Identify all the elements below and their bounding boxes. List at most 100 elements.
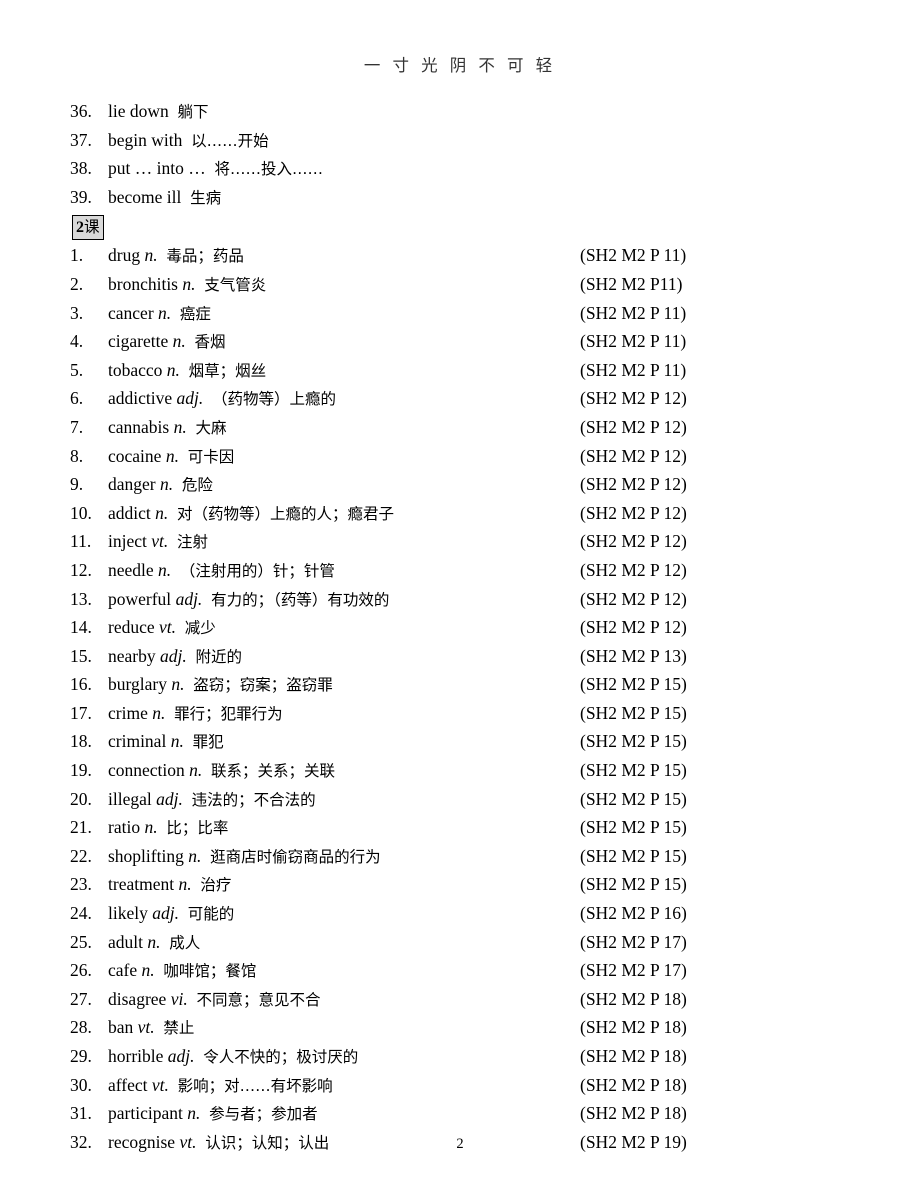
item-entry: cocaine n. 可卡因 bbox=[108, 443, 234, 472]
item-part-of-speech: n. bbox=[158, 559, 172, 580]
item-part-of-speech: n. bbox=[188, 845, 202, 866]
item-entry: become ill 生病 bbox=[108, 184, 221, 213]
item-word: inject bbox=[108, 531, 147, 552]
vocabulary-row: 2. bronchitis n. 支气管炎 (SH2 M2 P11) bbox=[70, 271, 850, 300]
vocabulary-row: 23. treatment n. 治疗 (SH2 M2 P 15) bbox=[70, 871, 850, 900]
item-translation: 可能的 bbox=[187, 905, 235, 924]
page-header: 一 寸 光 阴 不 可 轻 bbox=[363, 56, 557, 75]
item-translation: 逛商店时偷窃商品的行为 bbox=[210, 847, 381, 866]
item-translation: 躺下 bbox=[177, 103, 209, 121]
item-translation: 大麻 bbox=[195, 418, 227, 437]
item-translation: 减少 bbox=[184, 619, 216, 638]
item-word: put … into … bbox=[108, 158, 206, 179]
item-word: begin with bbox=[108, 129, 183, 150]
item-reference: (SH2 M2 P 12) bbox=[580, 474, 687, 495]
page-number: 2 bbox=[456, 1136, 464, 1152]
item-entry: cancer n. 癌症 bbox=[108, 300, 211, 329]
item-part-of-speech: vt. bbox=[137, 1017, 155, 1038]
vocabulary-row: 30. affect vt. 影响；对……有坏影响 (SH2 M2 P 18) bbox=[70, 1072, 850, 1101]
item-entry: cannabis n. 大麻 bbox=[108, 414, 227, 443]
item-number: 38. bbox=[70, 158, 92, 179]
vocabulary-row: 3. cancer n. 癌症 (SH2 M2 P 11) bbox=[70, 300, 850, 329]
item-translation: 参与者；参加者 bbox=[209, 1105, 318, 1124]
item-number: 7. bbox=[70, 416, 84, 437]
item-translation: 盗窃；窃案；盗窃罪 bbox=[193, 676, 333, 695]
item-entry: put … into … 将……投入…… bbox=[108, 155, 323, 184]
item-reference: (SH2 M2 P 15) bbox=[580, 702, 687, 723]
item-part-of-speech: n. bbox=[144, 245, 158, 266]
item-part-of-speech: adj. bbox=[175, 588, 203, 609]
item-reference: (SH2 M2 P 18) bbox=[580, 988, 687, 1009]
vocabulary-row: 25. adult n. 成人 (SH2 M2 P 17) bbox=[70, 929, 850, 958]
item-word: bronchitis bbox=[108, 273, 178, 294]
item-number: 20. bbox=[70, 788, 92, 809]
item-word: cocaine bbox=[108, 445, 162, 466]
vocabulary-row: 5. tobacco n. 烟草；烟丝 (SH2 M2 P 11) bbox=[70, 357, 850, 386]
item-number: 18. bbox=[70, 731, 92, 752]
item-translation: 治疗 bbox=[200, 876, 232, 895]
lesson-number: 2 bbox=[76, 219, 84, 237]
item-word: illegal bbox=[108, 788, 152, 809]
item-entry: cafe n. 咖啡馆；餐馆 bbox=[108, 957, 256, 986]
item-word: ratio bbox=[108, 817, 141, 838]
item-entry: addictive adj. （药物等）上瘾的 bbox=[108, 385, 336, 414]
item-entry: reduce vt. 减少 bbox=[108, 614, 216, 643]
item-number: 14. bbox=[70, 617, 92, 638]
item-word: disagree bbox=[108, 988, 167, 1009]
item-entry: horrible adj. 令人不快的；极讨厌的 bbox=[108, 1043, 358, 1072]
lesson-vocabulary-list: 1. drug n. 毒品；药品 (SH2 M2 P 11) 2. bronchitis… bbox=[70, 242, 850, 1157]
item-entry: lie down 躺下 bbox=[108, 98, 209, 127]
item-translation: 违法的；不合法的 bbox=[191, 790, 316, 809]
item-reference: (SH2 M2 P 15) bbox=[580, 874, 687, 895]
item-number: 1. bbox=[70, 245, 84, 266]
item-entry: criminal n. 罪犯 bbox=[108, 728, 224, 757]
item-part-of-speech: n. bbox=[141, 960, 155, 981]
vocabulary-row: 20. illegal adj. 违法的；不合法的 (SH2 M2 P 15) bbox=[70, 786, 850, 815]
item-word: addictive bbox=[108, 388, 173, 409]
vocabulary-row: 24. likely adj. 可能的 (SH2 M2 P 16) bbox=[70, 900, 850, 929]
item-reference: (SH2 M2 P 11) bbox=[580, 245, 687, 266]
item-part-of-speech: n. bbox=[158, 302, 172, 323]
item-part-of-speech: adj. bbox=[156, 788, 183, 809]
vocabulary-row: 14. reduce vt. 减少 (SH2 M2 P 12) bbox=[70, 614, 850, 643]
item-reference: (SH2 M2 P 12) bbox=[580, 445, 687, 466]
vocabulary-row: 37. begin with 以……开始 bbox=[70, 127, 850, 156]
item-reference: (SH2 M2 P 18) bbox=[580, 1017, 687, 1038]
item-translation: 罪犯 bbox=[192, 733, 224, 752]
item-number: 23. bbox=[70, 874, 92, 895]
vocabulary-row: 1. drug n. 毒品；药品 (SH2 M2 P 11) bbox=[70, 242, 850, 271]
item-entry: participant n. 参与者；参加者 bbox=[108, 1100, 318, 1129]
vocabulary-row: 17. crime n. 罪行；犯罪行为 (SH2 M2 P 15) bbox=[70, 700, 850, 729]
item-part-of-speech: vt. bbox=[151, 531, 169, 552]
vocabulary-row: 39. become ill 生病 bbox=[70, 184, 850, 213]
item-reference: (SH2 M2 P 11) bbox=[580, 302, 687, 323]
item-word: adult bbox=[108, 931, 143, 952]
item-number: 28. bbox=[70, 1017, 92, 1038]
item-entry: nearby adj. 附近的 bbox=[108, 643, 242, 672]
vocabulary-row: 8. cocaine n. 可卡因 (SH2 M2 P 12) bbox=[70, 443, 850, 472]
item-translation: 禁止 bbox=[163, 1019, 195, 1038]
item-translation: 咖啡馆；餐馆 bbox=[163, 962, 257, 981]
item-translation: 不同意；意见不合 bbox=[196, 990, 321, 1009]
item-word: horrible bbox=[108, 1046, 164, 1066]
item-word: likely bbox=[108, 903, 148, 924]
item-reference: (SH2 M2 P 17) bbox=[580, 960, 687, 981]
item-word: drug bbox=[108, 245, 141, 266]
item-number: 6. bbox=[70, 388, 84, 409]
item-number: 27. bbox=[70, 988, 92, 1009]
item-translation: （注射用的）针；针管 bbox=[179, 561, 335, 580]
item-translation: 附近的 bbox=[195, 647, 243, 666]
item-entry: danger n. 危险 bbox=[108, 471, 213, 500]
item-reference: (SH2 M2 P 15) bbox=[580, 760, 687, 781]
item-translation: 毒品；药品 bbox=[166, 247, 244, 266]
item-part-of-speech: vi. bbox=[170, 988, 188, 1009]
item-part-of-speech: adj. bbox=[176, 388, 204, 409]
item-translation: 香烟 bbox=[194, 333, 226, 352]
item-translation: 将……投入…… bbox=[214, 160, 323, 179]
item-part-of-speech: adj. bbox=[160, 645, 187, 666]
item-translation: 对（药物等）上瘾的人；瘾君子 bbox=[177, 504, 395, 523]
item-word: nearby bbox=[108, 645, 156, 666]
item-reference: (SH2 M2 P 15) bbox=[580, 817, 687, 838]
document-page: 一 寸 光 阴 不 可 轻 36. lie down 躺下 37. begin wit… bbox=[0, 0, 920, 1191]
item-part-of-speech: n. bbox=[172, 331, 186, 352]
